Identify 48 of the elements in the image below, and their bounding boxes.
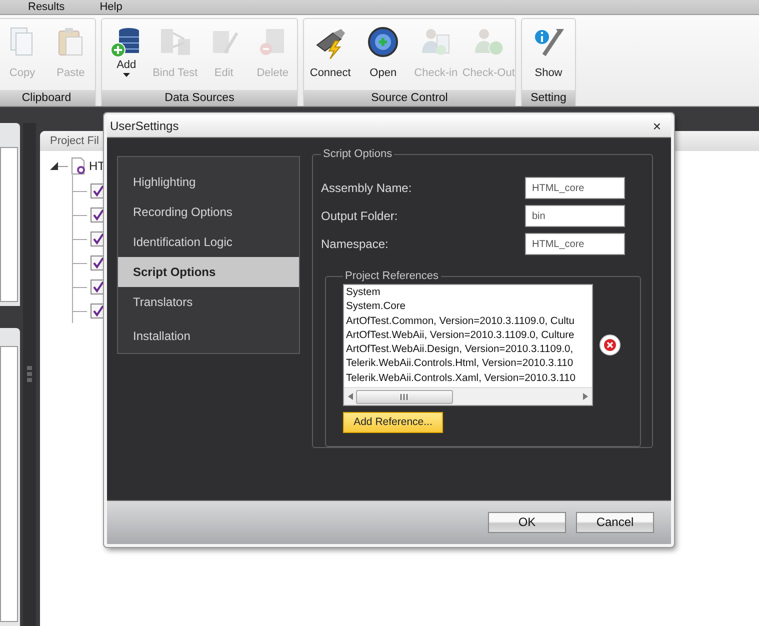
ribbon-button[interactable]: Show (524, 23, 574, 90)
list-item[interactable]: ArtOfTest.WebAii, Version=2010.3.1109.0, Culture (346, 328, 592, 344)
splitter-grip-icon[interactable] (27, 366, 32, 383)
list-item[interactable]: ArtOfTest.Common, Version=2010.3.1109.0, Cultu (346, 314, 592, 329)
group-title: Script Options (322, 148, 394, 160)
dialog-button[interactable]: OK (488, 512, 566, 533)
settings-nav-item[interactable]: Highlighting (118, 167, 299, 197)
field-label: Assembly Name: (321, 181, 412, 195)
group-label: Clipboard (0, 90, 95, 106)
list-item[interactable]: Telerik.WebAii.Controls.Xaml, Version=2010.3.110 (346, 372, 592, 386)
menu-item[interactable]: Help (100, 0, 122, 14)
input-field[interactable]: HTML_core (525, 177, 625, 199)
list-item[interactable]: Telerik.WebAii.Controls.Html, Version=2010.3.110 (346, 357, 592, 372)
input-field[interactable]: bin (525, 205, 625, 227)
settings-nav-item[interactable]: Installation (118, 317, 299, 351)
remove-icon[interactable] (599, 334, 621, 356)
grip-icon (400, 394, 409, 400)
collapse-icon[interactable] (50, 162, 58, 170)
add-reference-button[interactable]: Add Reference... (343, 412, 443, 433)
close-button[interactable]: × (648, 118, 665, 134)
panel-title: Project Fil (50, 135, 99, 147)
group-label: Setting (522, 90, 575, 106)
horizontal-scrollbar[interactable] (344, 387, 592, 405)
dialog-title: UserSettings (110, 119, 179, 133)
settings-nav-item[interactable]: Identification Logic (118, 227, 299, 257)
group-label: Source Control (304, 90, 515, 106)
menu-item[interactable]: Results (28, 0, 65, 14)
settings-nav-item[interactable]: Recording Options (118, 197, 299, 227)
settings-nav-item[interactable]: Translators (118, 287, 299, 317)
ribbon-button[interactable]: Open (358, 23, 408, 90)
list-item[interactable]: ArtOfTest.WebAii.Design, Version=2010.3.1109.0, (346, 343, 592, 358)
dialog-button[interactable]: Cancel (576, 512, 654, 533)
scroll-left-icon[interactable] (348, 393, 353, 400)
ribbon-button[interactable]: Connect (305, 23, 356, 90)
field-label: Namespace: (321, 237, 388, 251)
list-item[interactable]: System.Core (346, 300, 592, 315)
globe-icon (366, 25, 400, 59)
input-field[interactable]: HTML_core (525, 233, 625, 255)
group-label: Data Sources (102, 90, 297, 106)
scrollbar-thumb[interactable] (356, 390, 453, 404)
list-item[interactable]: System (346, 286, 592, 300)
group-title: Project References (344, 270, 440, 282)
settings-nav-item[interactable]: Script Options (118, 257, 299, 287)
ribbon-button[interactable]: Add (102, 23, 151, 90)
test-file-icon (70, 157, 86, 175)
tree-item[interactable]: HT (89, 159, 105, 173)
scroll-right-icon[interactable] (583, 393, 588, 400)
field-label: Output Folder: (321, 209, 398, 223)
